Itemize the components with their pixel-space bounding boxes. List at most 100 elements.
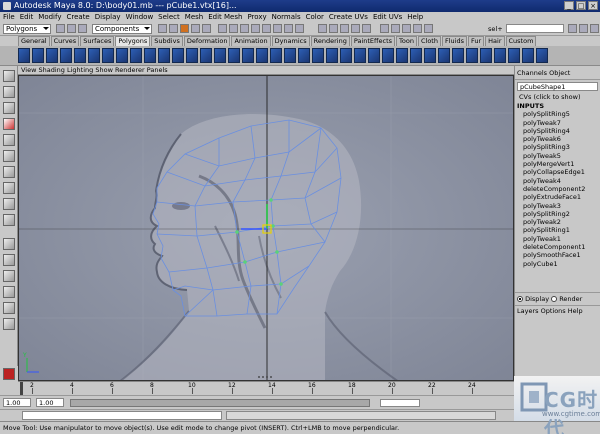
menu-edit-mesh[interactable]: Edit Mesh bbox=[208, 12, 242, 22]
render-globals-icon[interactable] bbox=[424, 24, 433, 33]
list-item[interactable]: polySplitRing3 bbox=[517, 143, 598, 151]
snap-grid-icon[interactable] bbox=[318, 24, 327, 33]
list-item[interactable]: deleteComponent1 bbox=[517, 243, 598, 251]
poke-face-icon[interactable] bbox=[522, 48, 534, 63]
shape-node-name[interactable]: pCubeShape1 bbox=[517, 82, 598, 91]
render-view-icon[interactable] bbox=[391, 24, 400, 33]
list-item[interactable]: polySmoothFace1 bbox=[517, 251, 598, 259]
panel-menu-lighting[interactable]: Lighting bbox=[67, 66, 93, 74]
panel-menu-view[interactable]: View bbox=[21, 66, 36, 74]
poly-soccer-ball-icon[interactable] bbox=[158, 48, 170, 63]
extract-icon[interactable] bbox=[214, 48, 226, 63]
tab-animation[interactable]: Animation bbox=[231, 36, 271, 46]
list-item[interactable]: polyTweak6 bbox=[517, 135, 598, 143]
side-viewport[interactable]: Y bbox=[18, 75, 514, 381]
list-item[interactable]: deleteComponent2 bbox=[517, 185, 598, 193]
object-menu[interactable]: Object bbox=[549, 69, 570, 77]
lasso-tool-icon[interactable] bbox=[3, 86, 15, 98]
tab-fur[interactable]: Fur bbox=[467, 36, 485, 46]
poly-platonic-icon[interactable] bbox=[172, 48, 184, 63]
quick-select-field[interactable] bbox=[506, 24, 564, 33]
universal-manipulator-icon[interactable] bbox=[3, 166, 15, 178]
maximize-button[interactable]: □ bbox=[576, 1, 586, 10]
make-live-icon[interactable] bbox=[362, 24, 371, 33]
poly-pyramid-icon[interactable] bbox=[116, 48, 128, 63]
list-item[interactable]: polyTweak1 bbox=[517, 235, 598, 243]
mirror-geometry-icon[interactable] bbox=[270, 48, 282, 63]
smooth-icon[interactable] bbox=[284, 48, 296, 63]
poly-pipe-icon[interactable] bbox=[130, 48, 142, 63]
single-perspective-layout-icon[interactable] bbox=[3, 238, 15, 250]
chamfer-vertex-icon[interactable] bbox=[508, 48, 520, 63]
open-scene-icon[interactable] bbox=[67, 24, 76, 33]
misc-mask-icon[interactable] bbox=[295, 24, 304, 33]
pivots-mask-icon[interactable] bbox=[273, 24, 282, 33]
list-item[interactable]: polySplitRing5 bbox=[517, 110, 598, 118]
command-input[interactable] bbox=[22, 411, 222, 420]
tab-cloth[interactable]: Cloth bbox=[417, 36, 441, 46]
poly-helix-icon[interactable] bbox=[144, 48, 156, 63]
list-item[interactable]: polyTweak2 bbox=[517, 218, 598, 226]
poly-sphere-icon[interactable] bbox=[18, 48, 30, 63]
layer-help-menu[interactable]: Help bbox=[568, 307, 583, 315]
tab-general[interactable]: General bbox=[18, 36, 50, 46]
render-icon[interactable] bbox=[402, 24, 411, 33]
split-polygon-icon[interactable] bbox=[396, 48, 408, 63]
reduce-icon[interactable] bbox=[298, 48, 310, 63]
paint-select-tool-icon[interactable] bbox=[3, 102, 15, 114]
menu-file[interactable]: File bbox=[3, 12, 15, 22]
save-scene-icon[interactable] bbox=[78, 24, 87, 33]
hierarchy-mode-icon[interactable] bbox=[158, 24, 167, 33]
quadrangulate-icon[interactable] bbox=[326, 48, 338, 63]
new-scene-icon[interactable] bbox=[56, 24, 65, 33]
range-slider-bar[interactable] bbox=[70, 399, 370, 407]
tab-deformation[interactable]: Deformation bbox=[183, 36, 231, 46]
poly-prism-icon[interactable] bbox=[102, 48, 114, 63]
menu-set-dropdown[interactable]: Polygons bbox=[3, 24, 51, 34]
poly-torus-icon[interactable] bbox=[88, 48, 100, 63]
list-item[interactable]: polyExtrudeFace1 bbox=[517, 193, 598, 201]
menu-select[interactable]: Select bbox=[158, 12, 180, 22]
tab-painteffects[interactable]: PaintEffects bbox=[350, 36, 396, 46]
parm-points-mask-icon[interactable] bbox=[229, 24, 238, 33]
insert-edge-loop-icon[interactable] bbox=[410, 48, 422, 63]
tab-subdivs[interactable]: Subdivs bbox=[151, 36, 183, 46]
close-button[interactable]: × bbox=[588, 1, 598, 10]
tab-custom[interactable]: Custom bbox=[505, 36, 537, 46]
show-manipulator-icon[interactable] bbox=[3, 198, 15, 210]
offset-edge-loop-icon[interactable] bbox=[424, 48, 436, 63]
start-time-field[interactable]: 1.00 bbox=[3, 398, 31, 407]
list-item[interactable]: polyCollapseEdge1 bbox=[517, 168, 598, 176]
last-tool-icon[interactable] bbox=[3, 214, 15, 226]
separate-icon[interactable] bbox=[200, 48, 212, 63]
menu-window[interactable]: Window bbox=[126, 12, 154, 22]
history-icon[interactable] bbox=[380, 24, 389, 33]
collapse-icon[interactable] bbox=[480, 48, 492, 63]
lock-selection-icon[interactable] bbox=[191, 24, 200, 33]
list-item[interactable]: polyMergeVert1 bbox=[517, 160, 598, 168]
handles-mask-icon[interactable] bbox=[284, 24, 293, 33]
list-item[interactable]: polySplitRing4 bbox=[517, 127, 598, 135]
triangulate-icon[interactable] bbox=[312, 48, 324, 63]
persp-hypergraph-layout-icon[interactable] bbox=[3, 318, 15, 330]
merge-icon[interactable] bbox=[452, 48, 464, 63]
time-slider[interactable]: 2 4 6 8 10 12 14 16 18 20 22 24 bbox=[18, 381, 514, 395]
menu-create[interactable]: Create bbox=[66, 12, 89, 22]
snap-view-plane-icon[interactable] bbox=[351, 24, 360, 33]
poly-cylinder-icon[interactable] bbox=[46, 48, 58, 63]
tab-surfaces[interactable]: Surfaces bbox=[80, 36, 115, 46]
component-mode-icon[interactable] bbox=[180, 24, 189, 33]
menu-display[interactable]: Display bbox=[95, 12, 121, 22]
append-polygon-icon[interactable] bbox=[382, 48, 394, 63]
menu-mesh[interactable]: Mesh bbox=[185, 12, 203, 22]
panel-menu-panels[interactable]: Panels bbox=[147, 66, 168, 74]
list-item[interactable]: polyTweak4 bbox=[517, 177, 598, 185]
faces-mask-icon[interactable] bbox=[251, 24, 260, 33]
list-item[interactable]: polySplitRing2 bbox=[517, 210, 598, 218]
menu-help[interactable]: Help bbox=[407, 12, 423, 22]
rotate-tool-icon[interactable] bbox=[3, 134, 15, 146]
persp-graph-layout-icon[interactable] bbox=[3, 286, 15, 298]
move-tool-icon[interactable] bbox=[3, 118, 15, 130]
layer-options-menu[interactable]: Options bbox=[541, 307, 566, 315]
boolean-difference-icon[interactable] bbox=[242, 48, 254, 63]
